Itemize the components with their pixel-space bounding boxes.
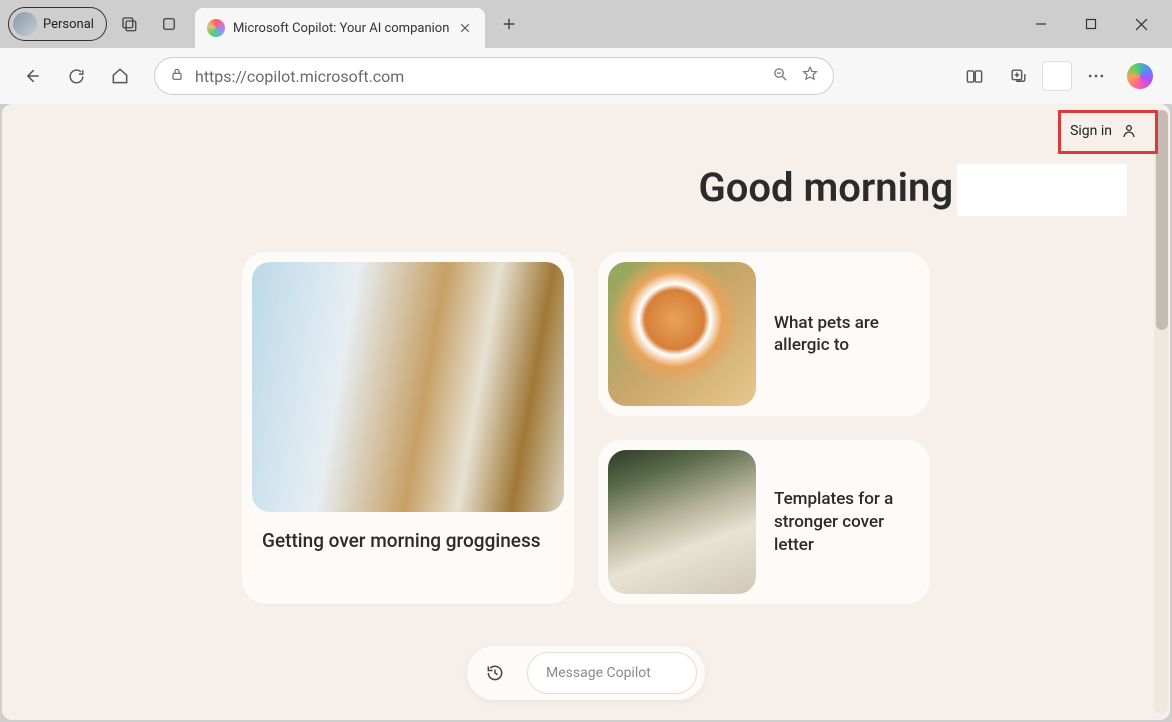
- address-bar[interactable]: https://copilot.microsoft.com: [154, 57, 834, 95]
- greeting-heading: Good morning: [699, 164, 1128, 216]
- card-image-dog: [608, 262, 756, 406]
- message-input[interactable]: Message Copilot: [527, 652, 697, 694]
- window-controls: [1018, 8, 1164, 40]
- refresh-button[interactable]: [56, 56, 96, 96]
- new-tab-button[interactable]: [493, 8, 525, 40]
- message-composer: Message Copilot: [467, 646, 705, 700]
- copilot-sidebar-button[interactable]: [1120, 56, 1160, 96]
- browser-titlebar: Personal Microsoft Copilot: Your AI comp…: [0, 0, 1172, 48]
- suggestion-cards: Getting over morning grogginess What pet…: [2, 252, 1170, 604]
- home-button[interactable]: [100, 56, 140, 96]
- card-image-curtains: [252, 262, 564, 512]
- history-button[interactable]: [475, 653, 515, 693]
- card-image-plant: [608, 450, 756, 594]
- browser-tab[interactable]: Microsoft Copilot: Your AI companion: [195, 8, 485, 48]
- profile-switcher[interactable]: Personal: [8, 7, 107, 41]
- close-window-button[interactable]: [1118, 8, 1164, 40]
- avatar: [13, 12, 37, 36]
- extension-placeholder[interactable]: [1042, 61, 1072, 91]
- card-title: What pets are allergic to: [774, 312, 920, 358]
- lock-icon: [169, 66, 185, 86]
- favorite-icon[interactable]: [801, 65, 819, 87]
- browser-toolbar: https://copilot.microsoft.com: [0, 48, 1172, 104]
- card-title: Getting over morning grogginess: [252, 528, 564, 555]
- sign-in-label: Sign in: [1070, 123, 1112, 139]
- page-content: Sign in Good morning Getting over mornin…: [2, 104, 1170, 720]
- person-icon: [1120, 122, 1138, 140]
- copilot-logo-icon: [1127, 63, 1153, 89]
- card-title: Templates for a stronger cover letter: [774, 488, 920, 557]
- message-placeholder: Message Copilot: [546, 665, 651, 681]
- workspaces-icon[interactable]: [111, 6, 147, 42]
- zoom-out-icon[interactable]: [772, 66, 789, 87]
- profile-label: Personal: [43, 17, 94, 32]
- address-text: https://copilot.microsoft.com: [195, 67, 760, 86]
- redacted-name: [957, 164, 1127, 216]
- maximize-button[interactable]: [1068, 8, 1114, 40]
- split-screen-icon[interactable]: [954, 56, 994, 96]
- collections-icon[interactable]: [998, 56, 1038, 96]
- back-button[interactable]: [12, 56, 52, 96]
- suggestion-card-large[interactable]: Getting over morning grogginess: [242, 252, 574, 604]
- copilot-favicon-icon: [207, 19, 225, 37]
- close-tab-button[interactable]: [457, 20, 473, 36]
- sign-in-button[interactable]: Sign in: [1060, 116, 1148, 146]
- greeting-text: Good morning: [699, 164, 954, 211]
- minimize-button[interactable]: [1018, 8, 1064, 40]
- tab-title: Microsoft Copilot: Your AI companion: [233, 21, 449, 36]
- suggestion-card-pets[interactable]: What pets are allergic to: [598, 252, 930, 416]
- tab-actions-icon[interactable]: [151, 6, 187, 42]
- suggestion-card-cover-letter[interactable]: Templates for a stronger cover letter: [598, 440, 930, 604]
- more-menu-icon[interactable]: [1076, 56, 1116, 96]
